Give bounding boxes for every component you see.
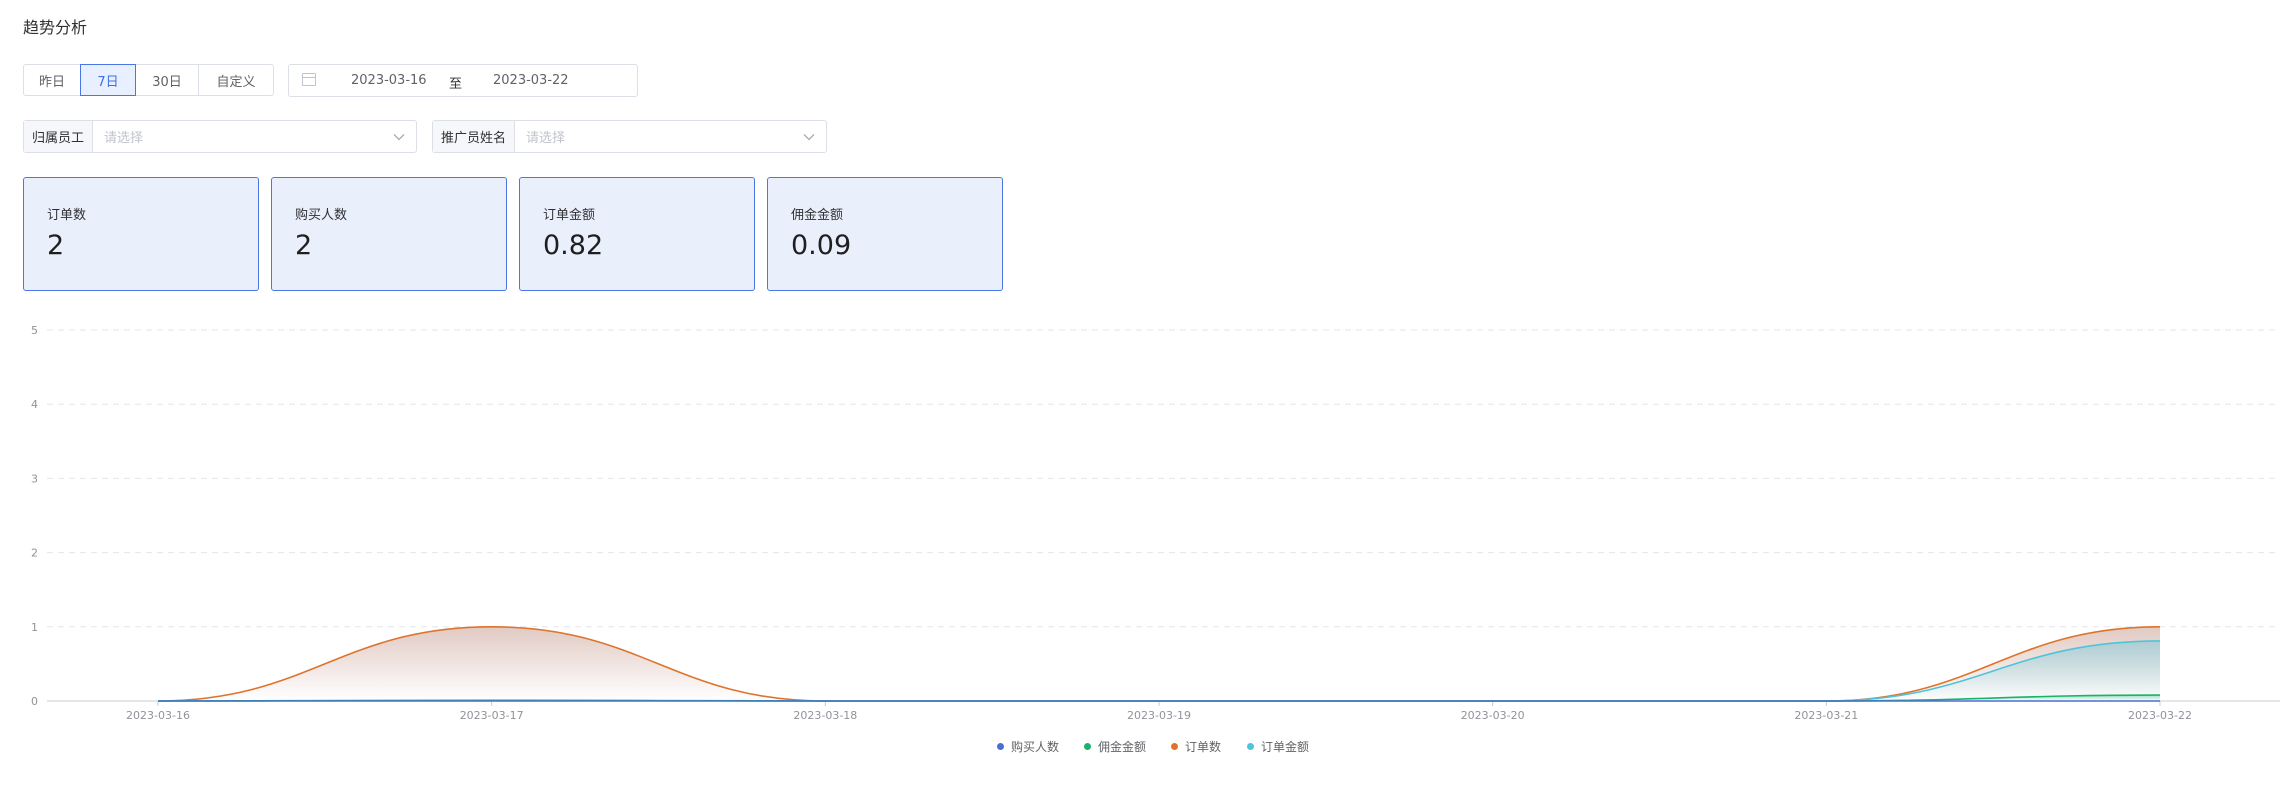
chevron-down-icon[interactable] [382, 121, 416, 152]
promoter-name-select[interactable]: 推广员姓名 请选择 [432, 120, 827, 153]
legend-item[interactable]: 佣金金额 [1084, 738, 1146, 755]
start-date[interactable]: 2023-03-16 [351, 73, 427, 88]
range-30day-button[interactable]: 30日 [135, 64, 199, 96]
kpi-label: 佣金金额 [791, 208, 844, 223]
end-date[interactable]: 2023-03-22 [493, 73, 569, 88]
x-tick-label: 2023-03-21 [1794, 709, 1858, 722]
y-tick-label: 3 [31, 472, 38, 485]
calendar-icon [302, 73, 316, 86]
y-tick-label: 2 [31, 547, 38, 560]
range-yesterday-button[interactable]: 昨日 [23, 64, 81, 96]
legend-item[interactable]: 订单数 [1171, 738, 1221, 755]
x-tick-label: 2023-03-22 [2128, 709, 2192, 722]
kpi-card-orders[interactable]: 订单数 2 [23, 177, 259, 291]
employee-select-label: 归属员工 [24, 121, 94, 152]
kpi-card-buyers[interactable]: 购买人数 2 [271, 177, 507, 291]
promoter-select-label: 推广员姓名 [433, 121, 516, 152]
series-area-3 [158, 626, 2160, 701]
legend-label: 购买人数 [1011, 740, 1060, 754]
legend-dot-icon [1247, 743, 1254, 750]
employee-select-placeholder[interactable]: 请选择 [93, 121, 382, 152]
legend-item[interactable]: 订单金额 [1247, 738, 1309, 755]
kpi-value: 0.82 [543, 230, 604, 261]
legend-label: 订单金额 [1261, 740, 1310, 754]
legend-dot-icon [1084, 743, 1091, 750]
x-tick-label: 2023-03-20 [1461, 709, 1525, 722]
date-range-picker[interactable]: 2023-03-16 至 2023-03-22 [288, 64, 638, 97]
kpi-label: 订单金额 [543, 208, 596, 223]
trend-chart[interactable]: 0 1 2 3 4 5 2023-03-16 2023-03-17 2023-03-18 2023… [0, 300, 2280, 730]
kpi-value: 2 [47, 230, 65, 261]
x-tick-label: 2023-03-17 [460, 709, 524, 722]
x-tick-label: 2023-03-16 [126, 709, 190, 722]
kpi-value: 0.09 [791, 230, 852, 261]
kpi-label: 订单数 [47, 208, 87, 223]
range-button-group: 昨日 7日 30日 自定义 [23, 64, 274, 96]
page-title: 趋势分析 [23, 18, 88, 37]
y-tick-label: 1 [31, 621, 38, 634]
range-7day-button[interactable]: 7日 [80, 64, 136, 96]
chevron-down-icon[interactable] [792, 121, 826, 152]
x-tick-label: 2023-03-18 [793, 709, 857, 722]
legend-item[interactable]: 购买人数 [997, 738, 1059, 755]
kpi-value: 2 [295, 230, 313, 261]
x-tick-label: 2023-03-19 [1127, 709, 1191, 722]
legend-label: 订单数 [1185, 740, 1222, 754]
legend-dot-icon [1171, 743, 1178, 750]
legend-dot-icon [997, 743, 1004, 750]
y-tick-label: 0 [31, 695, 38, 708]
promoter-select-placeholder[interactable]: 请选择 [515, 121, 792, 152]
chart-legend: 购买人数 佣金金额 订单数 订单金额 [0, 738, 2280, 758]
y-tick-label: 5 [31, 324, 38, 337]
date-separator: 至 [449, 77, 463, 92]
y-tick-label: 4 [31, 398, 38, 411]
kpi-card-order-amount[interactable]: 订单金额 0.82 [519, 177, 755, 291]
kpi-card-commission[interactable]: 佣金金额 0.09 [767, 177, 1003, 291]
kpi-label: 购买人数 [295, 208, 348, 223]
employee-select[interactable]: 归属员工 请选择 [23, 120, 417, 153]
legend-label: 佣金金额 [1098, 740, 1147, 754]
range-custom-button[interactable]: 自定义 [198, 64, 274, 96]
